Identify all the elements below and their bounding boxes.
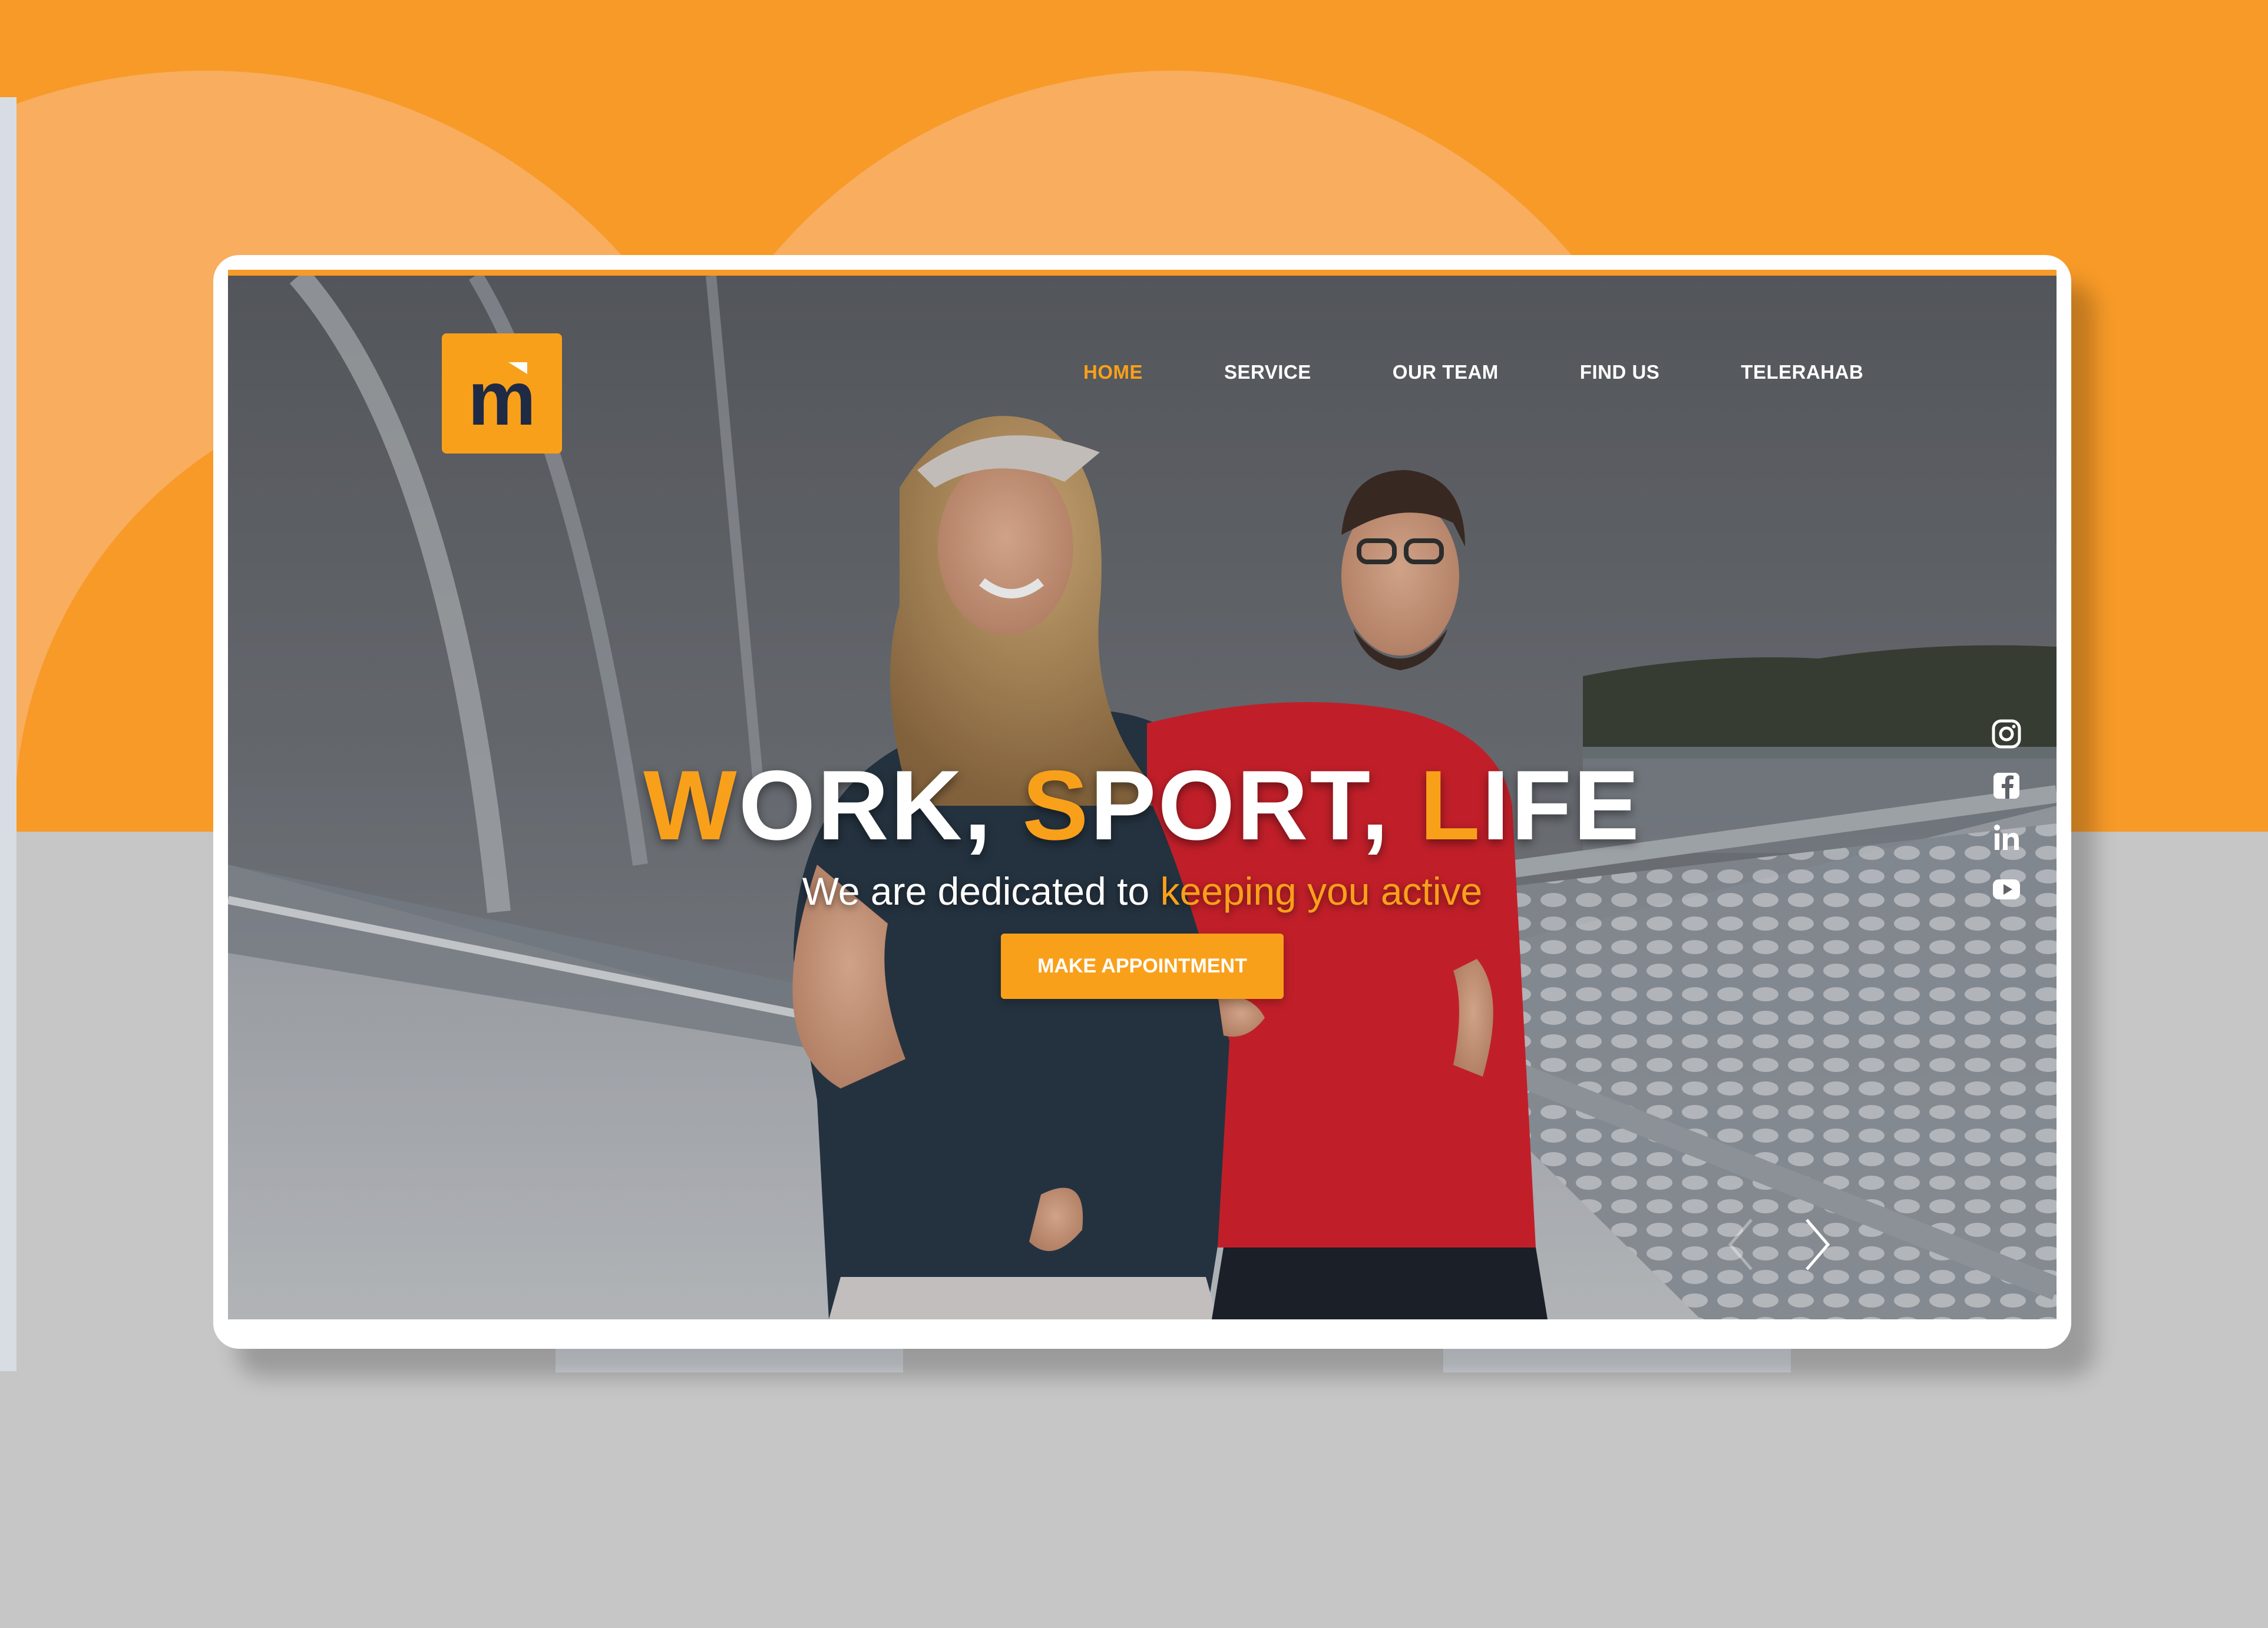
subheading-plain-text: We are dedicated to bbox=[802, 869, 1161, 913]
nav-item-our-team[interactable]: OUR TEAM bbox=[1393, 361, 1499, 383]
hero-headline: WORK, SPORT, LIFE bbox=[228, 756, 2057, 855]
hero-section: WORK, SPORT, LIFE We are dedicated to ke… bbox=[228, 756, 2057, 999]
headline-accent-letter: S bbox=[1022, 750, 1090, 861]
subheading-accent-text: keeping you active bbox=[1160, 869, 1483, 913]
main-navigation: HOME SERVICE OUR TEAM FIND US TELERAHAB bbox=[1083, 361, 1863, 383]
svg-text:m: m bbox=[468, 355, 536, 432]
background-strip bbox=[0, 97, 16, 1371]
logo-mark-icon: m bbox=[468, 355, 536, 432]
headline-word-rest: PORT, bbox=[1090, 750, 1420, 861]
website-hero-screen: m HOME SERVICE OUR TEAM FIND US TELERAHA… bbox=[228, 270, 2057, 1319]
headline-accent-letter: W bbox=[643, 750, 739, 861]
instagram-icon[interactable] bbox=[1991, 719, 2022, 749]
headline-accent-letter: L bbox=[1419, 750, 1482, 861]
headline-word-rest: ORK, bbox=[738, 750, 1023, 861]
nav-item-telerahab[interactable]: TELERAHAB bbox=[1741, 361, 1863, 383]
make-appointment-button[interactable]: MAKE APPOINTMENT bbox=[1001, 934, 1284, 999]
chevron-left-icon[interactable] bbox=[1723, 1215, 1758, 1274]
chevron-right-icon[interactable] bbox=[1800, 1215, 1835, 1274]
nav-item-home[interactable]: HOME bbox=[1083, 361, 1143, 383]
headline-word-rest: IFE bbox=[1482, 750, 1641, 861]
nav-item-service[interactable]: SERVICE bbox=[1224, 361, 1311, 383]
brand-logo[interactable]: m bbox=[442, 333, 562, 454]
hero-subheading: We are dedicated to keeping you active bbox=[228, 869, 2057, 914]
browser-mockup-frame: m HOME SERVICE OUR TEAM FIND US TELERAHA… bbox=[213, 255, 2071, 1349]
nav-item-find-us[interactable]: FIND US bbox=[1580, 361, 1660, 383]
